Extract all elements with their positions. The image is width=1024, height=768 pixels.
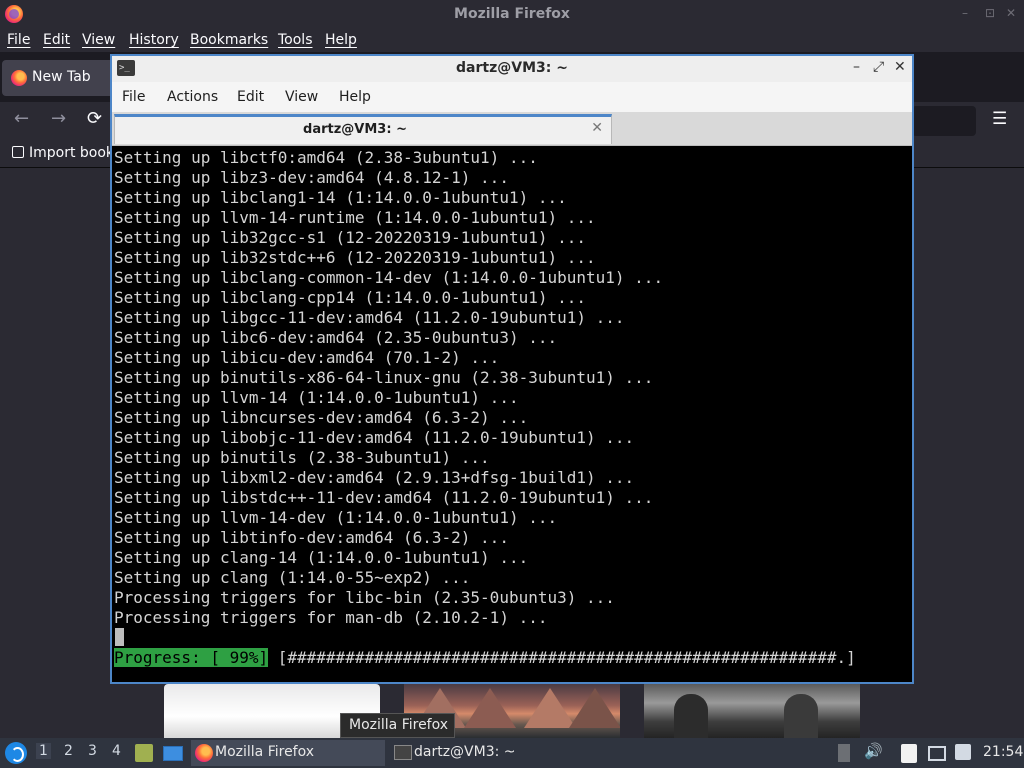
terminal-tab-close-icon[interactable]: ✕: [591, 120, 603, 136]
taskbar-task-terminal[interactable]: dartz@VM3: ~: [390, 740, 584, 766]
firefox-window-title: Mozilla Firefox: [454, 6, 570, 22]
terminal-menu-actions[interactable]: Actions: [167, 89, 218, 105]
terminal-menu-help[interactable]: Help: [339, 89, 371, 105]
firefox-menu-tools[interactable]: Tools: [278, 32, 313, 48]
terminal-tab[interactable]: dartz@VM3: ~ ✕: [114, 114, 612, 144]
terminal-output-line: Setting up libclang-cpp14 (1:14.0.0-1ubu…: [114, 288, 587, 307]
terminal-icon: [394, 745, 412, 760]
url-bar[interactable]: [912, 106, 976, 136]
progress-label: Progress: [ 99%]: [114, 648, 269, 667]
terminal-output-line: Setting up libstdc++-11-dev:amd64 (11.2.…: [114, 488, 654, 507]
terminal-output-line: Setting up libxml2-dev:amd64 (2.9.13+dfs…: [114, 468, 635, 487]
terminal-output-line: Processing triggers for libc-bin (2.35-0…: [114, 588, 615, 607]
terminal-tab-label: dartz@VM3: ~: [303, 122, 407, 137]
terminal-output-lines: Setting up libctf0:amd64 (2.38-3ubuntu1)…: [114, 148, 663, 628]
taskbar-tooltip: Mozilla Firefox: [340, 713, 455, 738]
firefox-menu-help[interactable]: Help: [325, 32, 357, 48]
terminal-output-line: Setting up libgcc-11-dev:amd64 (11.2.0-1…: [114, 308, 625, 327]
import-icon: [12, 146, 24, 158]
taskbar-task-firefox[interactable]: Mozilla Firefox: [191, 740, 385, 766]
terminal-window[interactable]: >_ dartz@VM3: ~ – ⤢ ✕ File Actions Edit …: [110, 54, 914, 684]
terminal-output-line: Setting up llvm-14 (1:14.0.0-1ubuntu1) .…: [114, 388, 519, 407]
firefox-tab-label: New Tab: [32, 69, 91, 85]
terminal-maximize-icon[interactable]: ⤢: [873, 59, 884, 75]
terminal-output-line: Setting up llvm-14-dev (1:14.0.0-1ubuntu…: [114, 508, 558, 527]
network-icon[interactable]: [928, 746, 946, 761]
terminal-output-line: Setting up libncurses-dev:amd64 (6.3-2) …: [114, 408, 529, 427]
terminal-output-line: Setting up llvm-14-runtime (1:14.0.0-1ub…: [114, 208, 596, 227]
start-menu-icon[interactable]: [5, 742, 27, 764]
firefox-titlebar[interactable]: Mozilla Firefox – ⊡ ✕: [0, 0, 1024, 30]
update-notifier-icon[interactable]: [955, 744, 971, 760]
terminal-output-line: Setting up binutils-x86-64-linux-gnu (2.…: [114, 368, 654, 387]
firefox-close-icon[interactable]: ✕: [1006, 6, 1016, 20]
file-manager-icon[interactable]: [135, 744, 153, 762]
terminal-output-line: Setting up lib32stdc++6 (12-20220319-1ub…: [114, 248, 596, 267]
terminal-tabbar: dartz@VM3: ~ ✕: [112, 112, 912, 146]
firefox-menu-file[interactable]: File: [7, 32, 30, 48]
terminal-output-line: Setting up lib32gcc-s1 (12-20220319-1ubu…: [114, 228, 587, 247]
terminal-close-icon[interactable]: ✕: [894, 59, 906, 75]
firefox-tab-icon: [11, 70, 27, 86]
terminal-menu-file[interactable]: File: [122, 89, 145, 105]
terminal-minimize-icon[interactable]: –: [853, 59, 860, 75]
clipboard-icon[interactable]: [901, 744, 917, 763]
terminal-output-line: Processing triggers for man-db (2.10.2-1…: [114, 608, 548, 627]
volume-icon[interactable]: 🔊: [864, 742, 883, 760]
forward-arrow-icon[interactable]: →: [51, 108, 66, 129]
firefox-menu-bookmarks[interactable]: Bookmarks: [190, 32, 268, 48]
show-desktop-icon[interactable]: [163, 746, 183, 761]
firefox-menubar: File Edit View History Bookmarks Tools H…: [0, 30, 1024, 52]
terminal-output-line: Setting up clang (1:14.0-55~exp2) ...: [114, 568, 471, 587]
terminal-output-line: Setting up binutils (2.38-3ubuntu1) ...: [114, 448, 490, 467]
app-menu-icon[interactable]: ☰: [992, 109, 1007, 129]
firefox-menu-history[interactable]: History: [129, 32, 179, 48]
terminal-menu-view[interactable]: View: [285, 89, 318, 105]
firefox-minimize-icon[interactable]: –: [962, 6, 968, 20]
clock[interactable]: 21:54: [983, 744, 1023, 760]
import-bookmarks-button[interactable]: Import book: [12, 145, 114, 161]
workspace-4[interactable]: 4: [112, 743, 121, 759]
terminal-output-line: Setting up libtinfo-dev:amd64 (6.3-2) ..…: [114, 528, 509, 547]
workspace-1[interactable]: 1: [36, 743, 51, 759]
terminal-window-title: dartz@VM3: ~: [456, 60, 568, 76]
progress-bar: [#######################################…: [268, 648, 856, 667]
terminal-output-line: Setting up libicu-dev:amd64 (70.1-2) ...: [114, 348, 500, 367]
firefox-icon: [195, 744, 213, 762]
workspace-3[interactable]: 3: [88, 743, 97, 759]
workspace-2[interactable]: 2: [64, 743, 73, 759]
terminal-menu-edit[interactable]: Edit: [237, 89, 264, 105]
firefox-restore-icon[interactable]: ⊡: [985, 6, 995, 20]
taskbar-task-label: dartz@VM3: ~: [414, 744, 516, 760]
back-arrow-icon[interactable]: ←: [14, 108, 29, 129]
terminal-output-line: Setting up clang-14 (1:14.0.0-1ubuntu1) …: [114, 548, 529, 567]
reload-icon[interactable]: ⟳: [87, 108, 102, 129]
terminal-output-line: Setting up libclang1-14 (1:14.0.0-1ubunt…: [114, 188, 567, 207]
firefox-menu-edit[interactable]: Edit: [43, 32, 70, 48]
firefox-menu-view[interactable]: View: [82, 32, 115, 48]
terminal-output-line: Setting up libz3-dev:amd64 (4.8.12-1) ..…: [114, 168, 509, 187]
top-site-thumbnail[interactable]: [644, 684, 860, 738]
import-bookmarks-label: Import book: [29, 145, 115, 161]
terminal-menubar: File Actions Edit View Help: [112, 82, 912, 112]
terminal-output-line: Setting up libc6-dev:amd64 (2.35-0ubuntu…: [114, 328, 558, 347]
terminal-cursor: [115, 628, 124, 646]
terminal-output[interactable]: Setting up libctf0:amd64 (2.38-3ubuntu1)…: [112, 146, 912, 682]
terminal-titlebar[interactable]: >_ dartz@VM3: ~ – ⤢ ✕: [112, 56, 912, 82]
terminal-output-line: Setting up libctf0:amd64 (2.38-3ubuntu1)…: [114, 148, 538, 167]
taskbar-task-label: Mozilla Firefox: [215, 744, 315, 760]
terminal-output-line: Setting up libclang-common-14-dev (1:14.…: [114, 268, 664, 287]
terminal-output-line: Setting up libobjc-11-dev:amd64 (11.2.0-…: [114, 428, 635, 447]
tray-handle-icon[interactable]: [838, 744, 850, 762]
firefox-tab-new-tab[interactable]: New Tab: [2, 60, 114, 96]
taskbar: 1 2 3 4 Mozilla Firefox dartz@VM3: ~ 🔊 2…: [0, 738, 1024, 768]
apt-progress-row: Progress: [ 99%] [######################…: [114, 648, 856, 668]
desktop: Mozilla Firefox – ⊡ ✕ File Edit View His…: [0, 0, 1024, 768]
